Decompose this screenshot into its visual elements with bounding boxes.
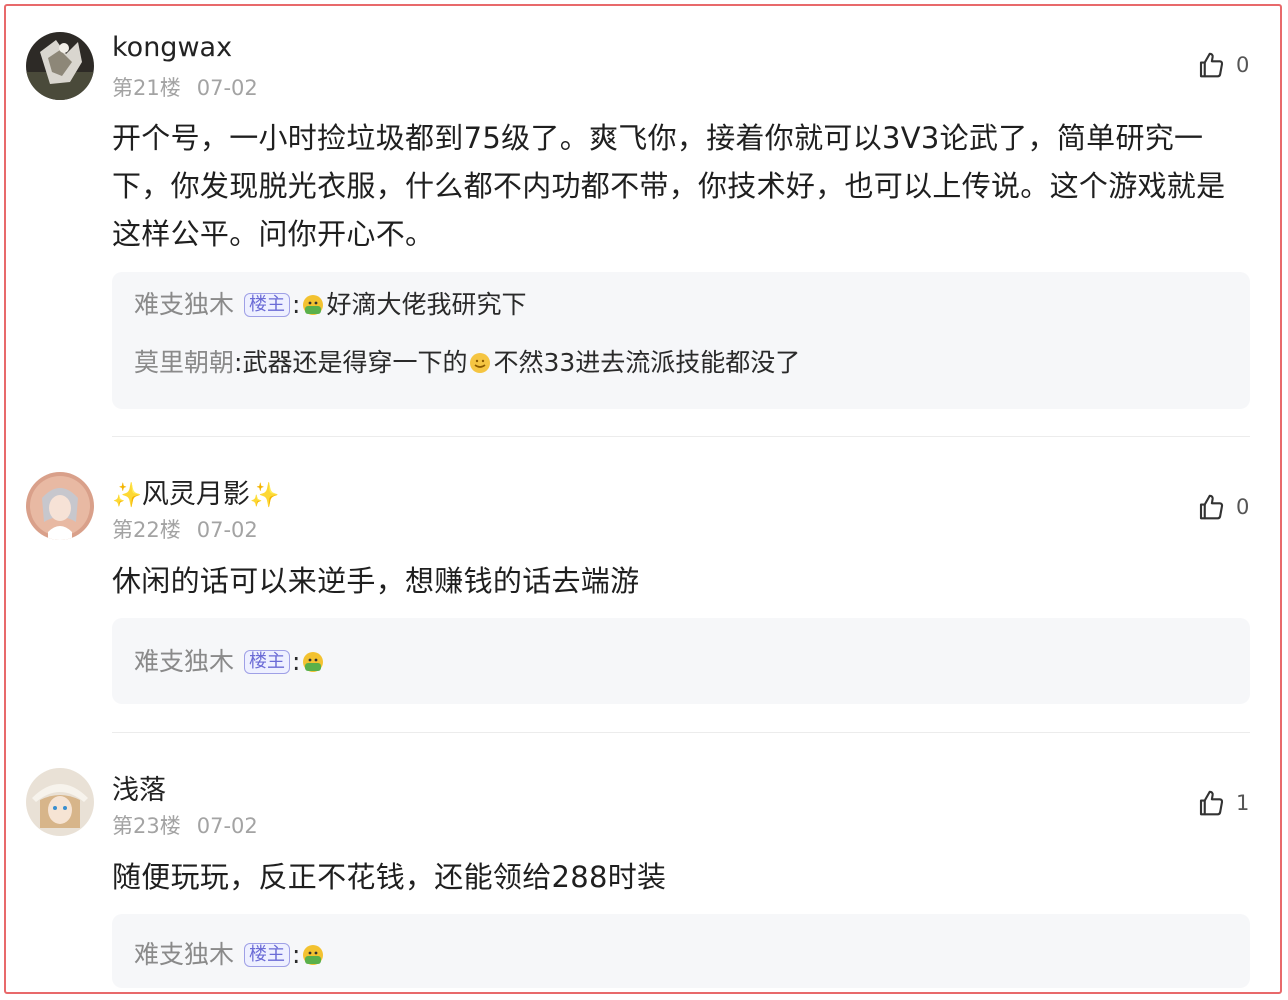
like-button[interactable]: 1 <box>1196 788 1249 818</box>
reply-item[interactable]: 难支独木 楼主 : 好滴大佬我研究下 <box>134 290 1228 320</box>
comment-text: 休闲的话可以来逆手，想赚钱的话去端游 <box>112 564 640 598</box>
reply-item[interactable]: 难支独木 楼主 : <box>134 647 1228 677</box>
divider <box>112 436 1250 437</box>
reply-text: 武器还是得穿一下的 <box>242 348 468 377</box>
op-badge: 楼主 <box>244 650 291 674</box>
reply-author[interactable]: 难支独木 <box>134 940 234 970</box>
avatar[interactable] <box>26 472 94 540</box>
reply-author[interactable]: 莫里朝朝 <box>134 348 234 378</box>
reply-separator: : <box>292 940 301 969</box>
reply-list: 难支独木 楼主 : <box>112 914 1250 988</box>
like-count: 0 <box>1236 53 1250 77</box>
reply-separator: : <box>292 647 301 676</box>
reply-item[interactable]: 莫里朝朝 : 武器还是得穿一下的 不然33进去流派技能都没了 <box>134 348 1228 378</box>
comment-date: 07-02 <box>196 76 258 100</box>
op-badge: 楼主 <box>244 943 291 967</box>
op-badge: 楼主 <box>244 293 291 317</box>
emoji-face-icon <box>303 652 324 672</box>
like-button[interactable]: 0 <box>1196 50 1249 80</box>
reply-item[interactable]: 难支独木 楼主 : <box>134 940 1228 970</box>
comment-text: 随便玩玩，反正不花钱，还能领给288时装 <box>112 860 667 894</box>
username[interactable]: kongwax <box>112 32 232 63</box>
comment-text: 开个号，一小时捡垃圾都到75级了。爽飞你，接着你就可以3V3论武了，简单研究一下… <box>112 121 1226 251</box>
comment-meta: 第22楼 07-02 <box>112 514 258 544</box>
username[interactable]: ✨风灵月影✨ <box>112 472 280 511</box>
thumbs-up-icon <box>1199 494 1224 520</box>
emoji-face-icon <box>303 295 324 315</box>
reply-list: 难支独木 楼主 : <box>112 618 1250 704</box>
comment-meta: 第23楼 07-02 <box>112 810 258 840</box>
username[interactable]: 浅落 <box>112 768 166 807</box>
reply-list: 难支独木 楼主 : 好滴大佬我研究下 莫里朝朝 : 武器还是得穿一下的 不然33… <box>112 272 1250 409</box>
reply-author[interactable]: 难支独木 <box>134 290 234 320</box>
like-button[interactable]: 0 <box>1196 492 1249 522</box>
comment-date: 07-02 <box>196 518 258 542</box>
username-text: 风灵月影 <box>141 479 250 510</box>
emoji-smile-icon <box>470 353 491 373</box>
comment-date: 07-02 <box>196 814 258 838</box>
comment-meta: 第21楼 07-02 <box>112 72 258 102</box>
floor-number: 第21楼 <box>112 76 181 100</box>
sparkle-icon: ✨ <box>112 481 142 509</box>
reply-separator: : <box>234 348 243 377</box>
reply-separator: : <box>292 290 301 319</box>
sparkle-icon: ✨ <box>249 481 280 509</box>
avatar[interactable] <box>26 32 94 100</box>
floor-number: 第23楼 <box>112 814 181 838</box>
avatar[interactable] <box>26 768 94 836</box>
thumbs-up-icon <box>1199 790 1224 816</box>
emoji-face-icon <box>303 945 324 965</box>
divider <box>112 732 1250 733</box>
like-count: 1 <box>1236 791 1250 815</box>
like-count: 0 <box>1236 495 1250 519</box>
reply-text: 不然33进去流派技能都没了 <box>493 348 801 377</box>
floor-number: 第22楼 <box>112 518 181 542</box>
reply-text: 好滴大佬我研究下 <box>326 290 527 319</box>
reply-author[interactable]: 难支独木 <box>134 647 234 677</box>
thumbs-up-icon <box>1199 52 1224 78</box>
